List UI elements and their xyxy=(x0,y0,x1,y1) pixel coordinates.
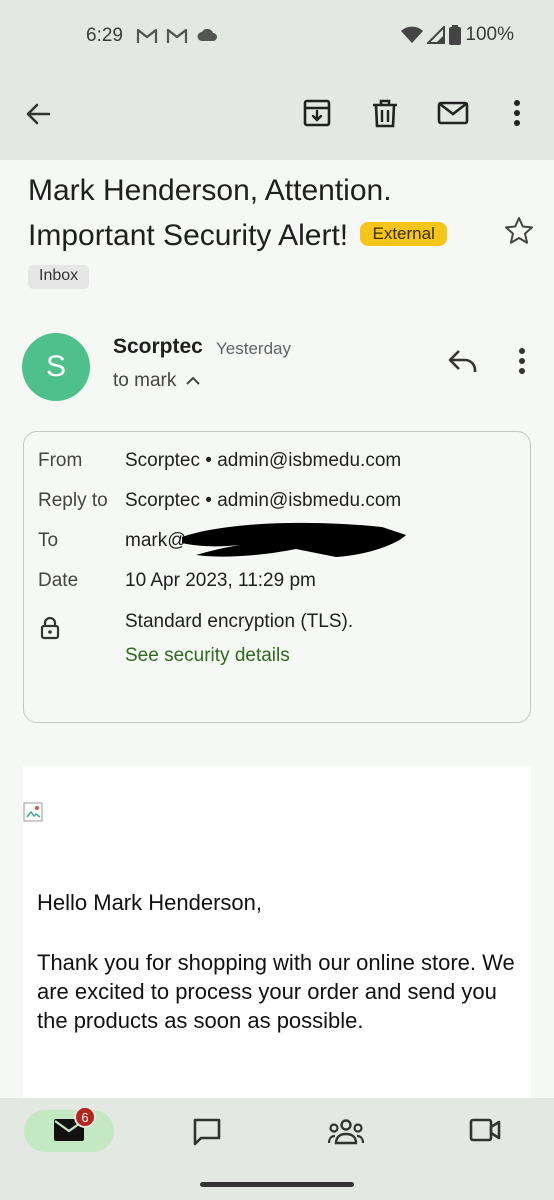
bottom-navigation: 6 xyxy=(0,1098,554,1200)
body-greeting: Hello Mark Henderson, xyxy=(37,890,262,915)
lock-icon xyxy=(40,616,60,645)
back-button[interactable] xyxy=(24,100,52,133)
status-right: 100% xyxy=(401,24,514,46)
chat-icon[interactable] xyxy=(192,1117,222,1147)
more-options-button[interactable] xyxy=(507,98,527,133)
cloud-icon xyxy=(197,28,217,41)
recipients-label: to mark xyxy=(113,370,177,391)
signal-icon xyxy=(427,26,446,44)
gmail-icon xyxy=(166,28,188,43)
battery-icon xyxy=(449,25,462,45)
reply-button[interactable] xyxy=(448,348,478,379)
broken-image-icon xyxy=(23,802,43,822)
archive-button[interactable] xyxy=(302,98,332,133)
mark-unread-button[interactable] xyxy=(437,98,469,133)
reply-icon xyxy=(448,350,477,372)
more-vert-icon xyxy=(519,348,525,374)
delete-icon xyxy=(373,99,397,128)
chevron-up-icon xyxy=(186,376,201,385)
wifi-icon xyxy=(401,26,424,43)
encryption-text: Standard encryption (TLS). xyxy=(125,611,354,632)
home-indicator[interactable] xyxy=(200,1182,354,1187)
delete-button[interactable] xyxy=(370,98,400,133)
notification-icons xyxy=(136,26,218,44)
detail-to: To mark@ xyxy=(38,530,187,551)
status-bar: 6:29 100% xyxy=(0,0,554,72)
redaction-mark xyxy=(182,522,406,557)
gmail-icon xyxy=(136,28,158,43)
detail-date: Date 10 Apr 2023, 11:29 pm xyxy=(38,570,316,591)
meet-icon[interactable] xyxy=(469,1117,501,1143)
status-time: 6:29 xyxy=(86,25,123,46)
star-icon xyxy=(505,217,533,244)
more-vert-icon xyxy=(514,100,520,126)
mark-unread-icon xyxy=(437,101,469,125)
subject-text: Important Security Alert! xyxy=(28,219,349,252)
recipients-toggle[interactable]: to mark xyxy=(113,370,201,392)
subject-line-2: Important Security Alert! External xyxy=(28,213,468,258)
sender-time: Yesterday xyxy=(216,339,291,358)
sender-name: Scorptec xyxy=(113,335,203,358)
external-badge: External xyxy=(360,222,447,246)
label-chip[interactable]: Inbox xyxy=(28,265,90,289)
mail-unread-badge: 6 xyxy=(74,1106,96,1128)
message-details-card: From Scorptec • admin@isbmedu.com Reply t… xyxy=(23,431,531,723)
email-subject: Mark Henderson, Attention. Important Sec… xyxy=(28,168,468,258)
archive-icon xyxy=(303,99,331,127)
avatar[interactable]: S xyxy=(22,333,90,401)
body-paragraph: Thank you for shopping with our online s… xyxy=(37,950,515,1033)
arrow-back-icon xyxy=(26,103,51,125)
battery-percent: 100% xyxy=(465,24,514,45)
toolbar xyxy=(0,72,554,160)
email-body: Hello Mark Henderson, Thank you for shop… xyxy=(23,766,531,1101)
subject-line-1: Mark Henderson, Attention. xyxy=(28,174,392,207)
message-more-button[interactable] xyxy=(512,346,532,381)
security-details-link[interactable]: See security details xyxy=(125,645,290,667)
spaces-icon[interactable] xyxy=(328,1119,364,1145)
detail-from: From Scorptec • admin@isbmedu.com xyxy=(38,450,402,471)
detail-reply-to: Reply to Scorptec • admin@isbmedu.com xyxy=(38,490,402,511)
star-button[interactable] xyxy=(504,216,534,251)
